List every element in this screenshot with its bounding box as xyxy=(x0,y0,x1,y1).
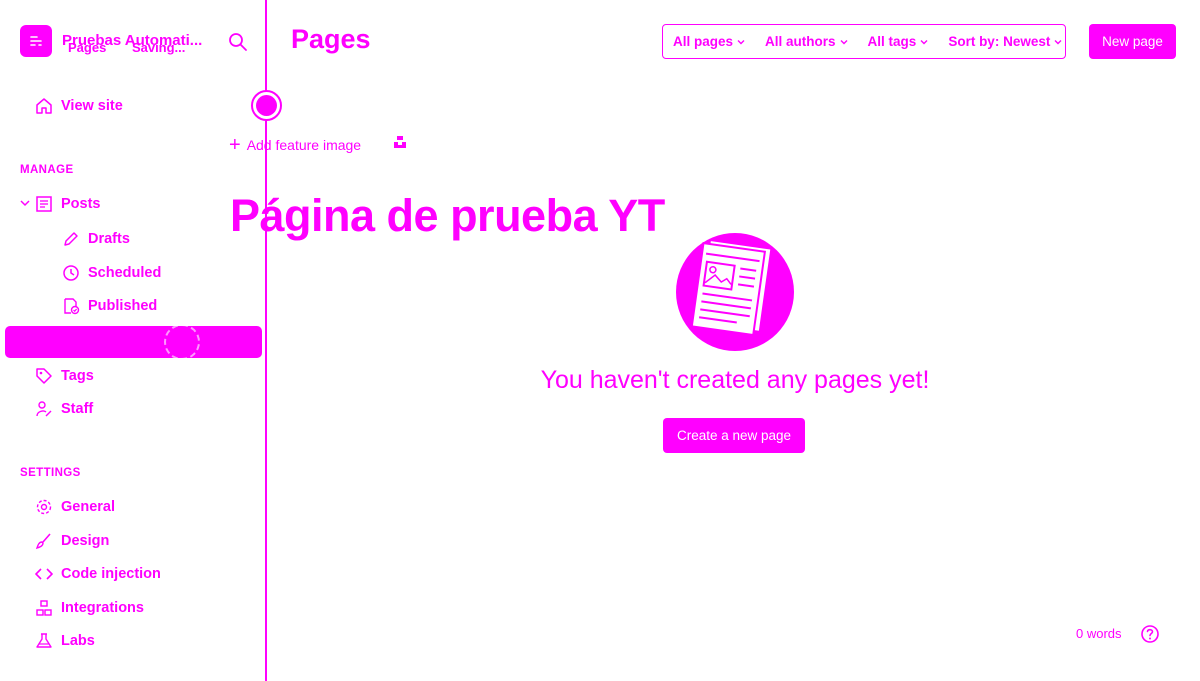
sidebar-item-label: Labs xyxy=(61,633,95,649)
click-indicator xyxy=(164,324,200,360)
word-count: 0 words xyxy=(1076,626,1122,641)
settings-ring-indicator[interactable] xyxy=(251,90,282,121)
filter-all-pages[interactable]: All pages xyxy=(673,34,745,49)
chevron-down-icon xyxy=(920,39,928,44)
sidebar-item-view-site[interactable]: View site xyxy=(34,96,123,116)
sidebar-item-labs[interactable]: Labs xyxy=(34,631,95,651)
empty-pages-illustration xyxy=(676,233,794,351)
filter-label: Sort by: Newest xyxy=(948,34,1051,49)
breadcrumb-pages[interactable]: Pages xyxy=(68,40,106,55)
add-feature-image-label: Add feature image xyxy=(246,137,362,153)
chevron-down-icon xyxy=(840,39,848,44)
filter-bar: All pages All authors All tags Sort by: … xyxy=(662,24,1066,59)
sidebar-item-label: Design xyxy=(61,533,110,549)
gear-icon xyxy=(34,497,54,517)
filter-all-authors[interactable]: All authors xyxy=(765,34,848,49)
published-icon xyxy=(61,296,81,316)
post-title-input[interactable]: Página de prueba YT xyxy=(230,190,665,242)
help-icon[interactable] xyxy=(1140,624,1160,644)
brush-icon xyxy=(34,531,54,551)
menu-icon[interactable] xyxy=(20,25,52,57)
filter-sort[interactable]: Sort by: Newest xyxy=(948,34,1062,49)
sidebar-item-label: Scheduled xyxy=(88,265,162,281)
sidebar-item-label: Posts xyxy=(61,196,101,212)
sidebar-item-published[interactable]: Published xyxy=(61,296,157,316)
posts-icon xyxy=(34,194,54,214)
sidebar-item-posts[interactable]: Posts xyxy=(34,194,101,214)
sidebar-item-general[interactable]: General xyxy=(34,497,115,517)
sidebar-item-scheduled[interactable]: Scheduled xyxy=(61,263,161,283)
sidebar-item-code-injection[interactable]: Code injection xyxy=(34,564,161,584)
filter-label: All tags xyxy=(867,34,917,49)
code-icon xyxy=(34,564,54,584)
chevron-down-icon xyxy=(1054,39,1062,44)
page-title: Pages xyxy=(291,24,371,54)
chevron-down-icon xyxy=(737,39,745,44)
sidebar-item-label: Drafts xyxy=(88,231,130,247)
sidebar-item-label: Integrations xyxy=(61,600,144,616)
clock-icon xyxy=(61,263,81,283)
editor-status-overlay: Pages Saving... xyxy=(68,40,207,55)
filter-all-tags[interactable]: All tags xyxy=(868,34,929,49)
flask-icon xyxy=(34,631,54,651)
sidebar-item-label: Code injection xyxy=(61,566,161,582)
sidebar-item-label: Published xyxy=(88,298,158,314)
sidebar: Pruebas Automati... Pages Saving... View… xyxy=(0,0,267,681)
search-icon[interactable] xyxy=(227,31,249,53)
save-status: Saving... xyxy=(131,40,186,55)
sidebar-item-label: Staff xyxy=(61,401,94,417)
integrations-icon xyxy=(34,598,54,618)
pencil-icon xyxy=(61,229,81,249)
sidebar-item-label: View site xyxy=(61,98,123,114)
unsplash-icon[interactable] xyxy=(393,135,407,149)
plus-icon: + xyxy=(229,134,241,156)
filter-label: All authors xyxy=(765,34,836,49)
sidebar-item-label: General xyxy=(61,499,115,515)
create-new-page-button[interactable]: Create a new page xyxy=(663,418,805,453)
sidebar-item-pages-active[interactable] xyxy=(5,326,262,358)
home-icon xyxy=(34,96,54,116)
chevron-down-icon[interactable] xyxy=(19,197,31,209)
section-label-manage: MANAGE xyxy=(20,164,74,176)
sidebar-item-staff[interactable]: Staff xyxy=(34,399,93,419)
staff-icon xyxy=(34,399,54,419)
sidebar-item-label: Tags xyxy=(61,368,94,384)
section-label-settings: SETTINGS xyxy=(20,467,81,479)
filter-label: All pages xyxy=(673,34,734,49)
tag-icon xyxy=(34,366,54,386)
sidebar-item-drafts[interactable]: Drafts xyxy=(61,229,130,249)
empty-state-message: You haven't created any pages yet! xyxy=(540,366,930,394)
sidebar-item-design[interactable]: Design xyxy=(34,531,109,551)
new-page-button[interactable]: New page xyxy=(1089,24,1176,59)
add-feature-image-button[interactable]: + Add feature image xyxy=(229,135,361,155)
sidebar-item-tags[interactable]: Tags xyxy=(34,366,94,386)
sidebar-item-integrations[interactable]: Integrations xyxy=(34,598,144,618)
